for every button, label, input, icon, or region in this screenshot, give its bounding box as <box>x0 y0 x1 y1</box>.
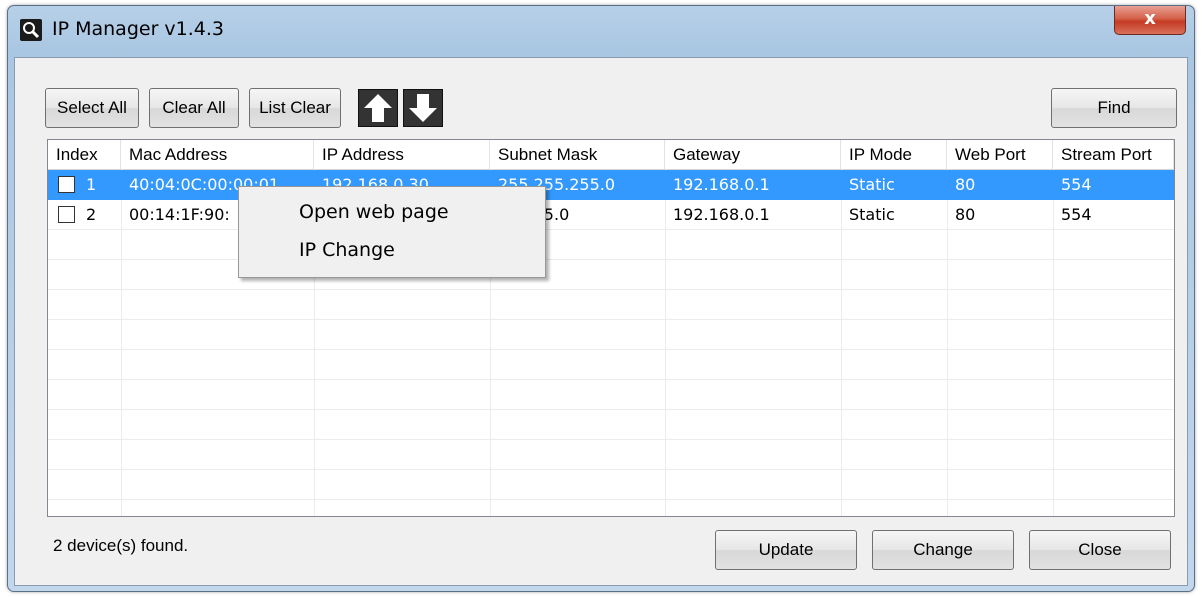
grid-line <box>48 259 1174 260</box>
device-table[interactable]: Index Mac Address IP Address Subnet Mask… <box>47 139 1175 517</box>
grid-line <box>48 289 1174 290</box>
grid-line <box>48 469 1174 470</box>
grid-line <box>48 319 1174 320</box>
grid-line <box>48 379 1174 380</box>
change-button[interactable]: Change <box>872 530 1014 570</box>
grid-line <box>48 439 1174 440</box>
cell-index: 1 <box>86 175 97 194</box>
close-window-button[interactable]: x <box>1114 6 1186 35</box>
close-icon: x <box>1144 8 1156 29</box>
move-up-button[interactable] <box>358 89 398 127</box>
cell-web-port: 80 <box>955 175 976 194</box>
cell-web-port: 80 <box>955 205 976 224</box>
col-mac-address[interactable]: Mac Address <box>121 140 314 169</box>
arrow-down-icon <box>409 94 437 122</box>
cell-index: 2 <box>86 205 97 224</box>
col-index[interactable]: Index <box>48 140 121 169</box>
status-text: 2 device(s) found. <box>53 536 189 555</box>
row-checkbox[interactable] <box>58 206 75 223</box>
list-clear-button[interactable]: List Clear <box>249 88 341 128</box>
grid-line <box>48 499 1174 500</box>
menu-item-open-web-page[interactable]: Open web page <box>299 201 449 223</box>
cell-mode: Static <box>849 205 895 224</box>
update-button[interactable]: Update <box>715 530 857 570</box>
client-area: Select All Clear All List Clear Find Ind… <box>14 57 1188 586</box>
close-button[interactable]: Close <box>1029 530 1171 570</box>
magnifier-icon <box>20 19 42 41</box>
grid-line <box>48 409 1174 410</box>
col-subnet-mask[interactable]: Subnet Mask <box>490 140 665 169</box>
ip-manager-window: IP Manager v1.4.3 x Select All Clear All… <box>7 5 1195 592</box>
row-checkbox[interactable] <box>58 176 75 193</box>
col-stream-port[interactable]: Stream Port <box>1053 140 1174 169</box>
col-ip-address[interactable]: IP Address <box>314 140 490 169</box>
col-ip-mode[interactable]: IP Mode <box>841 140 947 169</box>
cell-stream-port: 554 <box>1061 205 1092 224</box>
cell-gateway: 192.168.0.1 <box>673 175 770 194</box>
window-title: IP Manager v1.4.3 <box>52 18 225 40</box>
table-header: Index Mac Address IP Address Subnet Mask… <box>48 140 1174 170</box>
move-down-button[interactable] <box>403 89 443 127</box>
title-bar[interactable]: IP Manager v1.4.3 x <box>8 6 1194 54</box>
find-button[interactable]: Find <box>1051 88 1177 128</box>
menu-item-ip-change[interactable]: IP Change <box>299 239 395 261</box>
col-web-port[interactable]: Web Port <box>947 140 1053 169</box>
select-all-button[interactable]: Select All <box>45 88 139 128</box>
table-row[interactable]: 1 40:04:0C:00:00:01 192.168.0.30 255.255… <box>48 170 1174 200</box>
table-row[interactable]: 2 00:14:1F:90: 55.255.0 192.168.0.1 Stat… <box>48 200 1174 230</box>
cell-mode: Static <box>849 175 895 194</box>
grid-line <box>48 349 1174 350</box>
context-menu: Open web page IP Change <box>238 186 546 278</box>
cell-stream-port: 554 <box>1061 175 1092 194</box>
arrow-up-icon <box>364 94 392 122</box>
cell-gateway: 192.168.0.1 <box>673 205 770 224</box>
col-gateway[interactable]: Gateway <box>665 140 841 169</box>
clear-all-button[interactable]: Clear All <box>149 88 239 128</box>
